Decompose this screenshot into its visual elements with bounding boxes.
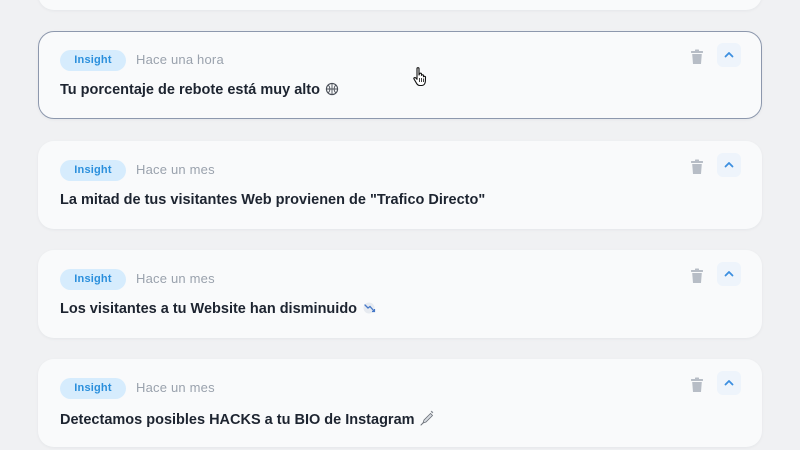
- insight-title: Los visitantes a tu Website han disminui…: [60, 301, 377, 319]
- insight-timestamp: Hace un mes: [136, 162, 215, 177]
- collapse-button[interactable]: [717, 43, 741, 67]
- insight-timestamp: Hace un mes: [136, 271, 215, 286]
- chevron-up-icon: [724, 162, 734, 168]
- syringe-icon: [420, 410, 434, 430]
- insight-title-text: La mitad de tus visitantes Web provienen…: [60, 192, 486, 208]
- chevron-up-icon: [724, 271, 734, 277]
- insight-title-text: Los visitantes a tu Website han disminui…: [60, 301, 358, 317]
- insight-title: Tu porcentaje de rebote está muy alto: [60, 82, 339, 100]
- insight-title-text: Tu porcentaje de rebote está muy alto: [60, 82, 320, 98]
- trash-icon[interactable]: [690, 268, 704, 284]
- insight-timestamp: Hace una hora: [136, 52, 224, 67]
- collapse-button[interactable]: [717, 153, 741, 177]
- insight-badge: Insight: [60, 50, 126, 71]
- chevron-up-icon: [724, 380, 734, 386]
- insight-badge: Insight: [60, 378, 126, 399]
- collapse-button[interactable]: [717, 262, 741, 286]
- trash-icon[interactable]: [690, 159, 704, 175]
- insight-title: La mitad de tus visitantes Web provienen…: [60, 192, 485, 208]
- trash-icon[interactable]: [690, 49, 704, 65]
- insight-card[interactable]: Insight Hace un mes La mitad de tus visi…: [38, 141, 762, 229]
- collapse-button[interactable]: [717, 371, 741, 395]
- insight-title-text: Detectamos posibles HACKS a tu BIO de In…: [60, 412, 415, 428]
- insights-feed: Insight Hace una hora Tu porcentaje de r…: [0, 0, 800, 450]
- insight-badge: Insight: [60, 160, 126, 181]
- trash-icon[interactable]: [690, 377, 704, 393]
- basketball-icon: [325, 82, 339, 100]
- insight-card-previous[interactable]: [38, 0, 762, 10]
- insight-badge: Insight: [60, 269, 126, 290]
- insight-title: Detectamos posibles HACKS a tu BIO de In…: [60, 410, 434, 430]
- insight-card[interactable]: Insight Hace un mes Los visitantes a tu …: [38, 250, 762, 338]
- chevron-up-icon: [724, 52, 734, 58]
- insight-card[interactable]: Insight Hace una hora Tu porcentaje de r…: [38, 31, 762, 119]
- insight-card[interactable]: Insight Hace un mes Detectamos posibles …: [38, 359, 762, 447]
- insight-timestamp: Hace un mes: [136, 380, 215, 395]
- hand-pointer-icon: [412, 66, 430, 88]
- chart-down-icon: [362, 301, 377, 319]
